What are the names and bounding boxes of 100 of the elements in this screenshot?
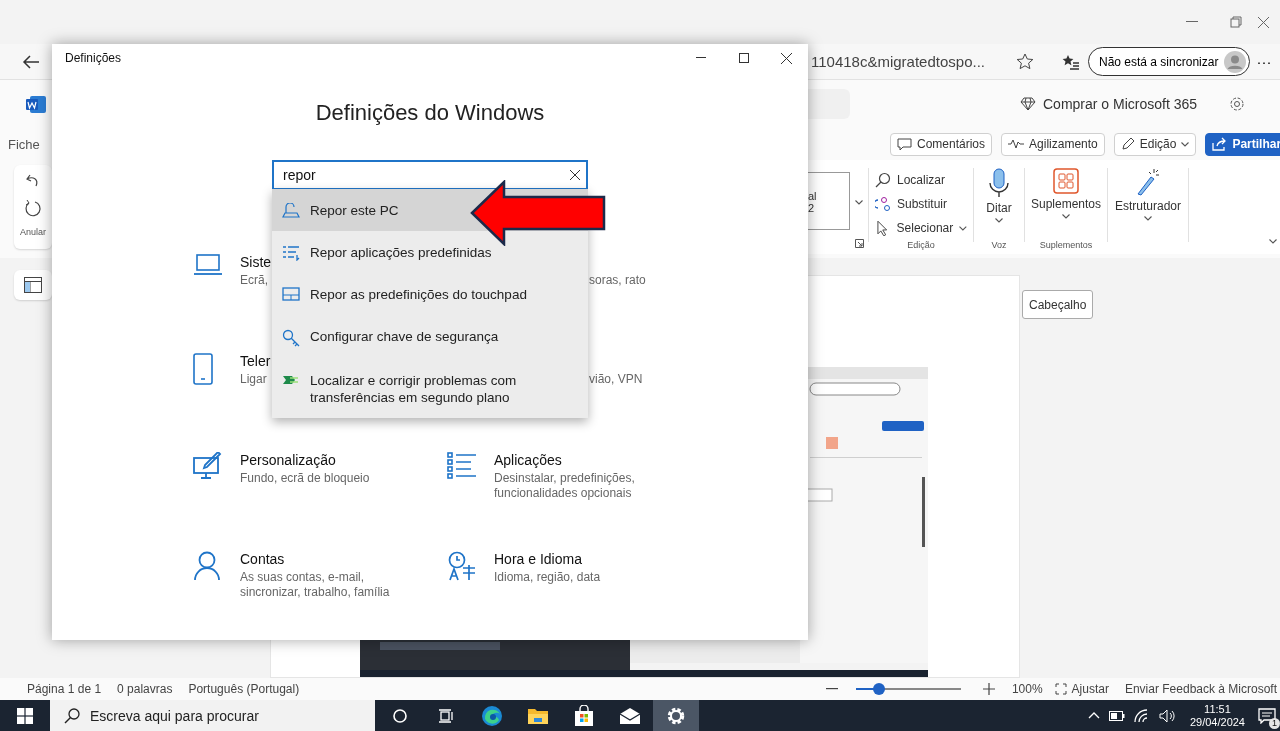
window-title: Definições <box>65 51 123 65</box>
share-button[interactable]: Partilhar <box>1205 132 1280 156</box>
comment-icon <box>897 137 912 151</box>
circle-icon <box>393 708 407 723</box>
diamond-icon <box>1020 97 1036 111</box>
plus-icon <box>982 683 995 695</box>
close-icon <box>1258 16 1269 28</box>
toolbar-button[interactable]: Comentários <box>890 132 993 156</box>
person-icon <box>193 551 221 581</box>
touchpad-icon <box>282 287 300 301</box>
avatar-icon <box>1224 50 1247 73</box>
undo-label: Anular <box>20 227 46 237</box>
restore-icon <box>1230 16 1242 28</box>
pane-button[interactable] <box>14 270 52 300</box>
category-description: Ligar <box>240 372 267 387</box>
more-button[interactable]: ··· <box>1254 53 1274 70</box>
fit-icon <box>1054 683 1067 695</box>
category-title[interactable]: Siste <box>240 254 272 270</box>
group-label: Suplementos <box>1039 240 1093 252</box>
date-text: 29/04/2024 <box>1189 715 1245 729</box>
category-description: vião, VPN <box>589 372 643 387</box>
clear-button[interactable] <box>570 170 580 180</box>
envelope-icon <box>619 706 641 725</box>
search-icon <box>875 172 891 188</box>
category-description: soras, rato <box>589 273 646 288</box>
star-icon[interactable] <box>1016 53 1034 70</box>
gallery-chevron-icon <box>855 200 863 205</box>
favorites-icon[interactable] <box>1062 53 1080 70</box>
minimize-icon <box>1186 21 1198 23</box>
ribbon-button[interactable]: Substituir <box>875 192 967 216</box>
category-description: Ecrã, <box>240 273 268 288</box>
settings-button[interactable] <box>1229 96 1246 112</box>
notifications-button[interactable]: 1 <box>1254 700 1280 731</box>
transfer-icon <box>282 373 300 387</box>
chevron-icon <box>1181 141 1190 147</box>
clock[interactable]: 11:51 29/04/2024 <box>1189 702 1245 729</box>
addins-button[interactable]: Suplementos <box>1030 168 1101 219</box>
pulse-icon <box>1008 139 1025 149</box>
status-text: Português (Portugal) <box>188 682 300 696</box>
gear-icon <box>666 705 686 726</box>
minimize-icon <box>695 57 706 59</box>
suggestion-item[interactable]: Repor as predefinições do touchpad <box>272 273 588 315</box>
address-text[interactable]: 110418c&migratedtospo... <box>811 53 1001 70</box>
ribbon-button[interactable]: Selecionar <box>875 216 967 240</box>
clock-language-icon <box>447 551 477 581</box>
search-field[interactable]: Escreva aqui para procurar <box>50 700 375 731</box>
status-text: Página 1 de 1 <box>27 682 102 696</box>
sync-button[interactable]: Não está a sincronizar <box>1088 47 1251 76</box>
windows-logo-icon <box>17 707 33 724</box>
launcher-icon[interactable] <box>854 239 864 248</box>
ribbon-button[interactable]: Localizar <box>875 168 967 192</box>
category-description: Idioma, região, data <box>494 570 601 585</box>
category-title[interactable]: Aplicações <box>494 452 562 468</box>
category-description: Fundo, ecrã de bloqueio <box>240 471 370 486</box>
file-tab[interactable]: Fiche <box>0 136 52 152</box>
search-icon <box>64 707 80 724</box>
toolbar-button[interactable]: Agilizamento <box>1001 132 1105 156</box>
paint-screen-icon <box>193 452 223 480</box>
feedback-link[interactable]: Enviar Feedback à Microsoft <box>1124 682 1277 696</box>
folder-icon <box>527 706 549 725</box>
category-title[interactable]: Hora e Idioma <box>494 551 582 567</box>
designer-button[interactable]: Estruturador <box>1115 168 1181 221</box>
search-field[interactable] <box>808 89 850 119</box>
taskbar-app[interactable] <box>653 700 699 731</box>
message-icon <box>1258 707 1276 724</box>
group-label: Voz <box>991 240 1007 252</box>
back-arrow-icon <box>22 54 40 69</box>
category-description: Desinstalar, predefinições, funcionalidades opcionais <box>494 471 636 501</box>
apps-list-icon <box>447 452 477 480</box>
list-icon <box>282 245 300 261</box>
minus-icon <box>825 688 838 690</box>
grid-icon <box>1053 168 1079 194</box>
chevron-icon <box>1144 216 1152 221</box>
notification-badge: 1 <box>1269 718 1280 729</box>
buy-link[interactable]: Comprar o Microsoft 365 <box>1020 96 1198 112</box>
slider-thumb[interactable] <box>872 683 885 695</box>
share-icon <box>1212 137 1228 151</box>
layout-icon <box>24 277 42 293</box>
toolbar-button[interactable]: Edição <box>1113 132 1197 156</box>
category-title[interactable]: Contas <box>240 551 285 567</box>
category-title[interactable]: Personalização <box>240 452 336 468</box>
phone-icon <box>193 353 213 385</box>
category-title[interactable]: Teler <box>240 353 271 369</box>
suggestion-item[interactable]: Configurar chave de segurança <box>272 315 588 359</box>
time-text: 11:51 <box>1204 702 1231 716</box>
suggestion-item[interactable]: Localizar e corrigir problemas com transferências em segundo plano <box>272 359 588 418</box>
suggestion-item[interactable]: Repor aplicações predefinidas <box>272 231 588 273</box>
status-text: 0 palavras <box>117 682 173 696</box>
category-description: As suas contas, e-mail, sincronizar, trabalho, família <box>240 570 391 600</box>
laptop-icon <box>193 254 223 276</box>
header-button[interactable]: Cabeçalho <box>1022 290 1094 319</box>
chevron-icon <box>1062 214 1070 219</box>
zoom-in-button[interactable] <box>982 683 995 695</box>
shopping-bag-icon <box>574 704 594 727</box>
redo-button[interactable] <box>24 199 42 217</box>
replace-icon <box>875 196 891 212</box>
back-button[interactable] <box>22 54 40 69</box>
page-heading: Definições do Windows <box>314 100 546 126</box>
fit-button[interactable]: Ajustar <box>1054 682 1109 696</box>
dictate-button[interactable]: Ditar <box>986 168 1012 223</box>
